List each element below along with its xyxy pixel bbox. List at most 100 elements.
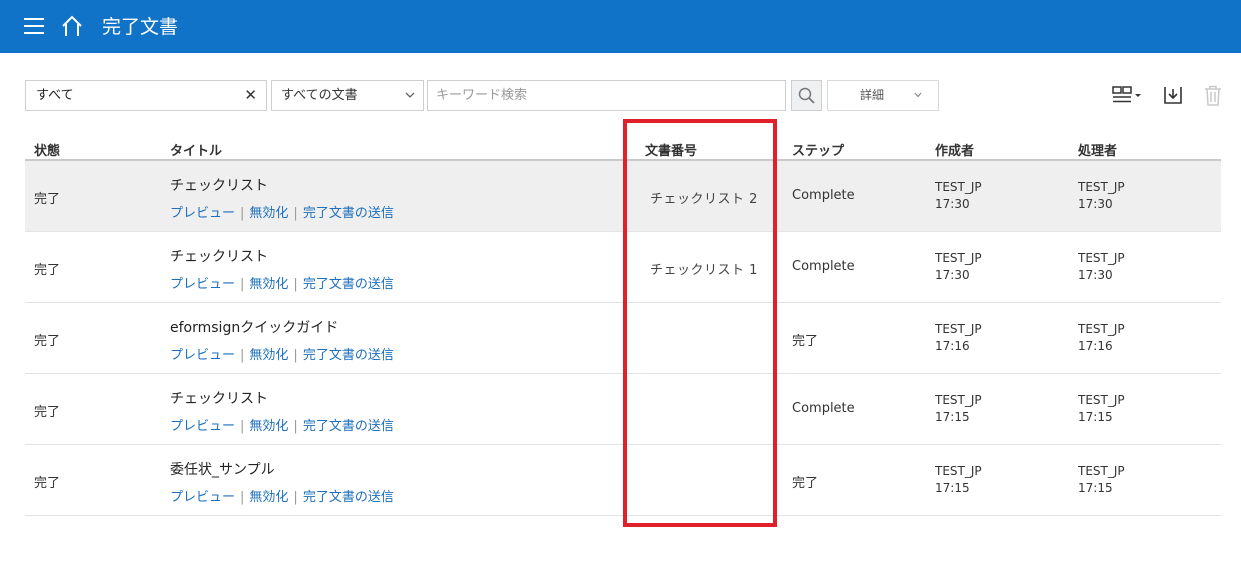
row-step: Complete <box>792 259 855 274</box>
row-state: 完了 <box>34 405 61 420</box>
row-title: eformsignクイックガイド <box>170 320 339 336</box>
row-state: 完了 <box>34 334 61 349</box>
row-creator: TEST_JP 17:30 <box>935 250 982 284</box>
send-document-link[interactable]: 完了文書の送信 <box>303 206 394 221</box>
link-separator: | <box>240 419 245 434</box>
clear-icon[interactable]: ✕ <box>244 81 257 110</box>
app-header: 完了文書 <box>0 0 1241 53</box>
column-creator[interactable]: 作成者 <box>935 140 974 159</box>
creator-time: 17:30 <box>935 197 970 211</box>
handler-time: 17:15 <box>1078 481 1113 495</box>
row-creator: TEST_JP 17:16 <box>935 321 982 355</box>
link-separator: | <box>240 277 245 292</box>
search-button[interactable] <box>791 80 822 111</box>
link-separator: | <box>293 277 298 292</box>
preview-link[interactable]: プレビュー <box>170 277 235 292</box>
documents-table: 状態 タイトル 文書番号 ステップ 作成者 処理者 完了 チェックリスト プレビ… <box>25 136 1221 516</box>
table-row[interactable]: 完了 委任状_サンプル プレビュー | 無効化 | 完了文書の送信 完了 TEST_JP… <box>25 445 1221 516</box>
preview-link[interactable]: プレビュー <box>170 348 235 363</box>
column-handler[interactable]: 処理者 <box>1078 140 1117 159</box>
creator-time: 17:15 <box>935 481 970 495</box>
row-title: 委任状_サンプル <box>170 462 275 478</box>
table-row[interactable]: 完了 eformsignクイックガイド プレビュー | 無効化 | 完了文書の送信 完了… <box>25 303 1221 374</box>
disable-link[interactable]: 無効化 <box>249 490 288 505</box>
link-separator: | <box>240 206 245 221</box>
row-handler: TEST_JP 17:30 <box>1078 250 1125 284</box>
row-actions: プレビュー | 無効化 | 完了文書の送信 <box>170 486 394 505</box>
keyword-search-field[interactable] <box>427 80 786 111</box>
table-row[interactable]: 完了 チェックリスト プレビュー | 無効化 | 完了文書の送信 チェックリスト 1 C… <box>25 232 1221 303</box>
row-handler: TEST_JP 17:16 <box>1078 321 1125 355</box>
disable-link[interactable]: 無効化 <box>249 348 288 363</box>
column-doc-number[interactable]: 文書番号 <box>645 140 697 159</box>
row-handler: TEST_JP 17:15 <box>1078 392 1125 426</box>
row-actions: プレビュー | 無効化 | 完了文書の送信 <box>170 344 394 363</box>
send-document-link[interactable]: 完了文書の送信 <box>303 277 394 292</box>
chevron-down-icon <box>405 92 415 98</box>
row-step: 完了 <box>792 334 819 349</box>
row-handler: TEST_JP 17:15 <box>1078 463 1125 497</box>
row-creator: TEST_JP 17:15 <box>935 463 982 497</box>
send-document-link[interactable]: 完了文書の送信 <box>303 348 394 363</box>
row-actions: プレビュー | 無効化 | 完了文書の送信 <box>170 273 394 292</box>
handler-time: 17:30 <box>1078 268 1113 282</box>
handler-name: TEST_JP <box>1078 393 1125 407</box>
send-document-link[interactable]: 完了文書の送信 <box>303 419 394 434</box>
row-creator: TEST_JP 17:30 <box>935 179 982 213</box>
row-actions: プレビュー | 無効化 | 完了文書の送信 <box>170 415 394 434</box>
link-separator: | <box>293 490 298 505</box>
handler-name: TEST_JP <box>1078 251 1125 265</box>
hamburger-menu-icon[interactable] <box>24 18 44 34</box>
disable-link[interactable]: 無効化 <box>249 277 288 292</box>
table-row[interactable]: 完了 チェックリスト プレビュー | 無効化 | 完了文書の送信 チェックリスト 2 C… <box>25 161 1221 232</box>
table-header: 状態 タイトル 文書番号 ステップ 作成者 処理者 <box>25 136 1221 161</box>
preview-link[interactable]: プレビュー <box>170 490 235 505</box>
preview-link[interactable]: プレビュー <box>170 419 235 434</box>
handler-time: 17:15 <box>1078 410 1113 424</box>
link-separator: | <box>240 348 245 363</box>
link-separator: | <box>293 348 298 363</box>
creator-name: TEST_JP <box>935 180 982 194</box>
trash-icon[interactable] <box>1203 85 1223 106</box>
detail-search-label: 詳細 <box>860 88 885 102</box>
creator-time: 17:30 <box>935 268 970 282</box>
row-state: 完了 <box>34 476 61 491</box>
table-row[interactable]: 完了 チェックリスト プレビュー | 無効化 | 完了文書の送信 Complete TE… <box>25 374 1221 445</box>
home-icon[interactable] <box>60 15 84 37</box>
creator-name: TEST_JP <box>935 393 982 407</box>
download-icon[interactable] <box>1163 85 1183 105</box>
document-type-select[interactable]: すべての文書 <box>271 80 424 111</box>
column-title[interactable]: タイトル <box>170 140 222 159</box>
handler-name: TEST_JP <box>1078 322 1125 336</box>
creator-name: TEST_JP <box>935 322 982 336</box>
handler-time: 17:16 <box>1078 339 1113 353</box>
row-title: チェックリスト <box>170 249 268 265</box>
row-state: 完了 <box>34 192 61 207</box>
handler-name: TEST_JP <box>1078 180 1125 194</box>
link-separator: | <box>293 419 298 434</box>
row-creator: TEST_JP 17:15 <box>935 392 982 426</box>
search-icon <box>798 87 815 104</box>
send-document-link[interactable]: 完了文書の送信 <box>303 490 394 505</box>
row-doc-number: チェックリスト 2 <box>650 192 758 207</box>
row-step: Complete <box>792 188 855 203</box>
keyword-search-input[interactable] <box>436 82 776 109</box>
preview-link[interactable]: プレビュー <box>170 206 235 221</box>
view-mode-icon[interactable] <box>1112 86 1142 104</box>
disable-link[interactable]: 無効化 <box>249 206 288 221</box>
link-separator: | <box>293 206 298 221</box>
creator-time: 17:15 <box>935 410 970 424</box>
status-filter[interactable]: すべて ✕ <box>25 80 267 111</box>
row-step: Complete <box>792 401 855 416</box>
row-title: チェックリスト <box>170 391 268 407</box>
creator-time: 17:16 <box>935 339 970 353</box>
disable-link[interactable]: 無効化 <box>249 419 288 434</box>
creator-name: TEST_JP <box>935 464 982 478</box>
row-actions: プレビュー | 無効化 | 完了文書の送信 <box>170 202 394 221</box>
link-separator: | <box>240 490 245 505</box>
column-state[interactable]: 状態 <box>34 140 60 159</box>
creator-name: TEST_JP <box>935 251 982 265</box>
row-step: 完了 <box>792 476 819 491</box>
column-step[interactable]: ステップ <box>792 140 844 159</box>
detail-search-button[interactable]: 詳細 <box>827 80 939 111</box>
